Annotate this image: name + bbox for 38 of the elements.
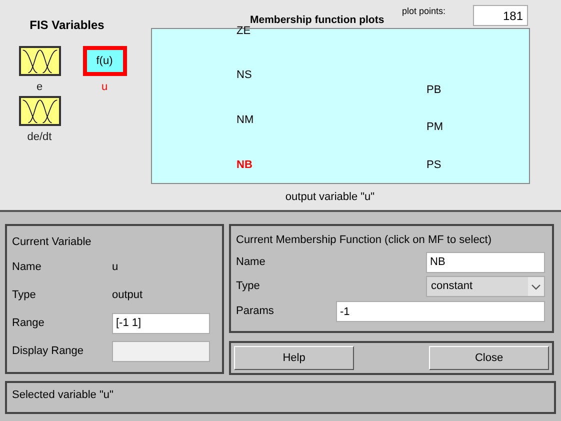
membership-function-label[interactable]: ZE [236,23,251,40]
plot-points-field[interactable]: 181 [473,5,528,26]
field-label: Type [12,288,37,303]
axis-label: output variable "u" [285,190,375,205]
name-field[interactable]: NB [426,252,545,272]
plot-title: Membership function plots [250,13,384,26]
membership-function-label[interactable]: PM [426,119,443,136]
membership-function-label[interactable]: PB [426,82,442,98]
membership-icon[interactable] [18,46,60,76]
field-value: u [112,260,120,275]
caret-icon [528,277,544,296]
panel-title: Current Membership Function (click on MF to select) [236,233,493,248]
field-label: Range [12,316,46,331]
panel-title: Current Variable [12,235,92,250]
membership-function-label[interactable]: NM [236,112,254,128]
variable-label: e [36,80,43,95]
dialog-button[interactable]: Help [234,346,354,370]
dialog-button[interactable]: Close [429,346,549,370]
membership-function-label[interactable]: NS [236,67,252,84]
field-label: Params [236,304,275,320]
variable-label: u [101,80,108,95]
params-field[interactable]: -1 [336,301,545,322]
field-label: Name [12,260,42,275]
status-text: Selected variable "u" [12,389,114,401]
membership-function-label[interactable]: PS [426,157,442,174]
field-value: output [112,288,144,303]
field-label: Name [236,254,266,270]
variable-label: de/dt [27,130,52,144]
type-dropdown[interactable]: constant [426,276,545,297]
display-range-field[interactable] [112,340,210,362]
membership-function-label[interactable]: NB [236,157,252,174]
field-label: Type [236,279,261,294]
plot-points-label: plot points: [402,5,446,18]
section-title: FIS Variables [28,17,106,34]
range-field[interactable]: [-1 1] [112,312,210,334]
output-variable-button[interactable]: f(u) [82,46,126,76]
membership-icon[interactable] [18,96,60,126]
field-label: Display Range [12,344,85,359]
